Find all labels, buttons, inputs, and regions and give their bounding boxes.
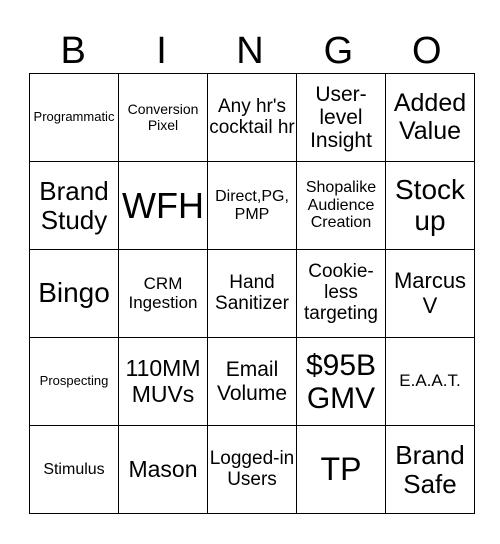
bingo-cell[interactable]: Any hr's cocktail hr [207, 73, 297, 162]
bingo-cell[interactable]: WFH [118, 161, 208, 250]
card-row: Programmatic Conversion Pixel Any hr's c… [29, 73, 475, 162]
bingo-cell[interactable]: $95B GMV [296, 337, 386, 426]
header-letter-b: B [60, 30, 86, 72]
bingo-cell[interactable]: Marcus V [385, 249, 475, 338]
bingo-header: B I N G O [29, 30, 471, 73]
card-row: Stimulus Mason Logged-in Users TP Brand … [29, 425, 475, 514]
bingo-cell[interactable]: Email Volume [207, 337, 297, 426]
header-letter-g: G [323, 30, 354, 72]
card-row: Prospecting 110MM MUVs Email Volume $95B… [29, 337, 475, 426]
bingo-cell[interactable]: Hand Sanitizer [207, 249, 297, 338]
header-letter-n: N [236, 30, 264, 72]
bingo-cell[interactable]: Shopalike Audience Creation [296, 161, 386, 250]
bingo-card: Programmatic Conversion Pixel Any hr's c… [29, 73, 475, 514]
bingo-cell[interactable]: Conversion Pixel [118, 73, 208, 162]
bingo-cell[interactable]: Stock up [385, 161, 475, 250]
bingo-cell[interactable]: E.A.A.T. [385, 337, 475, 426]
bingo-cell[interactable]: Logged-in Users [207, 425, 297, 514]
bingo-cell[interactable]: Prospecting [29, 337, 119, 426]
bingo-cell[interactable]: TP [296, 425, 386, 514]
bingo-cell[interactable]: Direct,PG, PMP [207, 161, 297, 250]
bingo-cell[interactable]: Brand Study [29, 161, 119, 250]
card-row: Bingo CRM Ingestion Hand Sanitizer Cooki… [29, 249, 475, 338]
bingo-cell[interactable]: Stimulus [29, 425, 119, 514]
bingo-cell[interactable]: User-level Insight [296, 73, 386, 162]
bingo-cell[interactable]: Added Value [385, 73, 475, 162]
bingo-cell[interactable]: Programmatic [29, 73, 119, 162]
bingo-cell[interactable]: Mason [118, 425, 208, 514]
card-row: Brand Study WFH Direct,PG, PMP Shopalike… [29, 161, 475, 250]
bingo-cell[interactable]: Bingo [29, 249, 119, 338]
bingo-cell[interactable]: 110MM MUVs [118, 337, 208, 426]
bingo-cell[interactable]: CRM Ingestion [118, 249, 208, 338]
bingo-cell[interactable]: Brand Safe [385, 425, 475, 514]
header-letter-i: I [156, 30, 167, 72]
bingo-cell[interactable]: Cookie-less targeting [296, 249, 386, 338]
header-letter-o: O [411, 30, 442, 72]
